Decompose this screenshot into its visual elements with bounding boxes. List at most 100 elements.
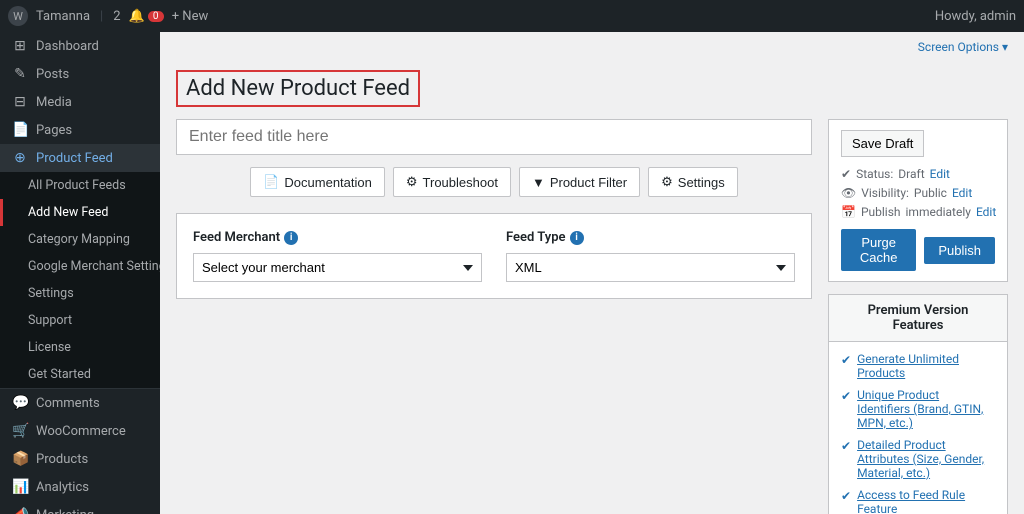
premium-feature-link[interactable]: Access to Feed Rule Feature xyxy=(857,488,995,514)
feed-merchant-field: Feed Merchant i Select your merchant xyxy=(193,230,482,282)
documentation-button[interactable]: 📄 Documentation xyxy=(250,167,385,197)
status-icon: ✔ xyxy=(841,167,851,181)
new-button[interactable]: + New xyxy=(172,9,209,24)
sidebar-item-woocommerce[interactable]: 🛒 WooCommerce xyxy=(0,417,160,445)
submenu-item-support[interactable]: Support xyxy=(0,307,160,334)
premium-feature-link[interactable]: Generate Unlimited Products xyxy=(857,352,995,380)
submenu-item-settings[interactable]: Settings xyxy=(0,280,160,307)
check-icon: ✔ xyxy=(841,489,851,503)
purge-cache-button[interactable]: Purge Cache xyxy=(841,229,916,271)
sidebar-item-comments[interactable]: 💬 Comments xyxy=(0,388,160,417)
wp-logo-icon[interactable]: W xyxy=(8,6,28,26)
publish-value: immediately xyxy=(906,205,971,219)
sidebar-item-dashboard[interactable]: ⊞ Dashboard xyxy=(0,32,160,60)
premium-feature-link[interactable]: Unique Product Identifiers (Brand, GTIN,… xyxy=(857,388,995,430)
documentation-icon: 📄 xyxy=(263,174,279,190)
premium-feature-item: ✔ Generate Unlimited Products xyxy=(841,352,995,380)
premium-feature-item: ✔ Detailed Product Attributes (Size, Gend… xyxy=(841,438,995,480)
submenu-label-support: Support xyxy=(28,313,72,328)
check-icon: ✔ xyxy=(841,353,851,367)
publish-meta: ✔ Status: Draft Edit 👁 Visibility: Publi… xyxy=(841,167,995,219)
submenu-label-license: License xyxy=(28,340,71,355)
sidebar-label-comments: Comments xyxy=(36,396,100,411)
editor-sidebar: Save Draft ✔ Status: Draft Edit 👁 xyxy=(828,119,1008,514)
product-filter-button[interactable]: ▼ Product Filter xyxy=(519,167,640,197)
feed-row: Feed Merchant i Select your merchant Fee… xyxy=(193,230,795,282)
status-row: ✔ Status: Draft Edit xyxy=(841,167,995,181)
settings-button[interactable]: ⚙ Settings xyxy=(648,167,738,197)
submenu-item-all-feeds[interactable]: All Product Feeds xyxy=(0,172,160,199)
publish-edit-link[interactable]: Edit xyxy=(976,205,996,219)
submenu-item-category-mapping[interactable]: Category Mapping xyxy=(0,226,160,253)
sidebar-item-media[interactable]: ⊟ Media xyxy=(0,88,160,116)
submenu-item-license[interactable]: License xyxy=(0,334,160,361)
product-feed-icon: ⊕ xyxy=(12,150,28,166)
save-draft-button[interactable]: Save Draft xyxy=(841,130,924,157)
troubleshoot-button[interactable]: ⚙ Troubleshoot xyxy=(393,167,511,197)
status-edit-link[interactable]: Edit xyxy=(930,167,950,181)
analytics-icon: 📊 xyxy=(12,479,28,495)
submenu-label-all-feeds: All Product Feeds xyxy=(28,178,126,193)
feed-merchant-info-icon[interactable]: i xyxy=(284,231,298,245)
publish-button[interactable]: Publish xyxy=(924,237,995,264)
admin-bar: W Tamanna | 2 🔔 0 + New Howdy, admin xyxy=(0,0,1024,32)
visibility-value: Public xyxy=(914,186,947,200)
submenu-item-get-started[interactable]: Get Started xyxy=(0,361,160,388)
premium-box-body: ✔ Generate Unlimited Products ✔ Unique Prod… xyxy=(829,342,1007,514)
sidebar-label-analytics: Analytics xyxy=(36,480,89,495)
submenu-label-add-new: Add New Feed xyxy=(28,205,108,220)
submenu-label-google-merchant: Google Merchant Settings xyxy=(28,259,160,274)
feed-settings-panel: Feed Merchant i Select your merchant Fee… xyxy=(176,213,812,299)
troubleshoot-label: Troubleshoot xyxy=(423,175,498,190)
pages-icon: 📄 xyxy=(12,122,28,138)
visibility-edit-link[interactable]: Edit xyxy=(952,186,972,200)
comments-icon: 💬 xyxy=(12,395,28,411)
sidebar-label-dashboard: Dashboard xyxy=(36,39,99,54)
sidebar-label-products: Products xyxy=(36,452,88,467)
submenu-label-category-mapping: Category Mapping xyxy=(28,232,130,247)
sidebar-item-products[interactable]: 📦 Products xyxy=(0,445,160,473)
feed-type-field: Feed Type i XML CSV TSV JSON xyxy=(506,230,795,282)
visibility-row: 👁 Visibility: Public Edit xyxy=(841,186,995,200)
feed-merchant-select[interactable]: Select your merchant xyxy=(193,253,482,282)
sidebar-item-marketing[interactable]: 📣 Marketing xyxy=(0,501,160,514)
sidebar-label-woocommerce: WooCommerce xyxy=(36,424,126,439)
submenu-item-add-new[interactable]: Add New Feed xyxy=(0,199,160,226)
documentation-label: Documentation xyxy=(284,175,371,190)
submenu-item-google-merchant[interactable]: Google Merchant Settings xyxy=(0,253,160,280)
sidebar-item-product-feed[interactable]: ⊕ Product Feed xyxy=(0,144,160,172)
sidebar-label-pages: Pages xyxy=(36,123,72,138)
check-icon: ✔ xyxy=(841,439,851,453)
product-filter-label: Product Filter xyxy=(550,175,627,190)
premium-feature-link[interactable]: Detailed Product Attributes (Size, Gende… xyxy=(857,438,995,480)
site-name[interactable]: Tamanna xyxy=(36,9,90,24)
premium-feature-item: ✔ Access to Feed Rule Feature xyxy=(841,488,995,514)
troubleshoot-icon: ⚙ xyxy=(406,174,418,190)
woocommerce-icon: 🛒 xyxy=(12,423,28,439)
admin-bar-left: W Tamanna | 2 🔔 0 + New xyxy=(8,6,931,26)
check-icon: ✔ xyxy=(841,389,851,403)
feed-type-label: Feed Type i xyxy=(506,230,795,245)
visibility-icon: 👁 xyxy=(841,186,856,200)
comments-count-badge[interactable]: 2 xyxy=(113,9,120,24)
products-icon: 📦 xyxy=(12,451,28,467)
feed-title-input[interactable] xyxy=(176,119,812,155)
settings-label: Settings xyxy=(678,175,725,190)
feed-type-info-icon[interactable]: i xyxy=(570,231,584,245)
submenu-label-settings: Settings xyxy=(28,286,74,301)
updates-count: 0 xyxy=(148,11,164,22)
sidebar-item-posts[interactable]: ✎ Posts xyxy=(0,60,160,88)
editor-main: 📄 Documentation ⚙ Troubleshoot ▼ Product… xyxy=(176,119,812,514)
feed-type-select[interactable]: XML CSV TSV JSON xyxy=(506,253,795,282)
howdy-text: Howdy, admin xyxy=(935,9,1016,24)
sidebar-label-media: Media xyxy=(36,95,72,110)
premium-feature-item: ✔ Unique Product Identifiers (Brand, GTIN… xyxy=(841,388,995,430)
updates-badge[interactable]: 🔔 0 xyxy=(129,9,164,24)
sidebar-item-pages[interactable]: 📄 Pages xyxy=(0,116,160,144)
screen-options-button[interactable]: Screen Options ▾ xyxy=(918,40,1008,54)
main-content: Screen Options ▾ Add New Product Feed 📄 … xyxy=(160,32,1024,514)
sidebar-item-analytics[interactable]: 📊 Analytics xyxy=(0,473,160,501)
product-filter-icon: ▼ xyxy=(532,175,545,190)
toolbar: 📄 Documentation ⚙ Troubleshoot ▼ Product… xyxy=(176,167,812,197)
calendar-icon: 📅 xyxy=(841,205,856,219)
